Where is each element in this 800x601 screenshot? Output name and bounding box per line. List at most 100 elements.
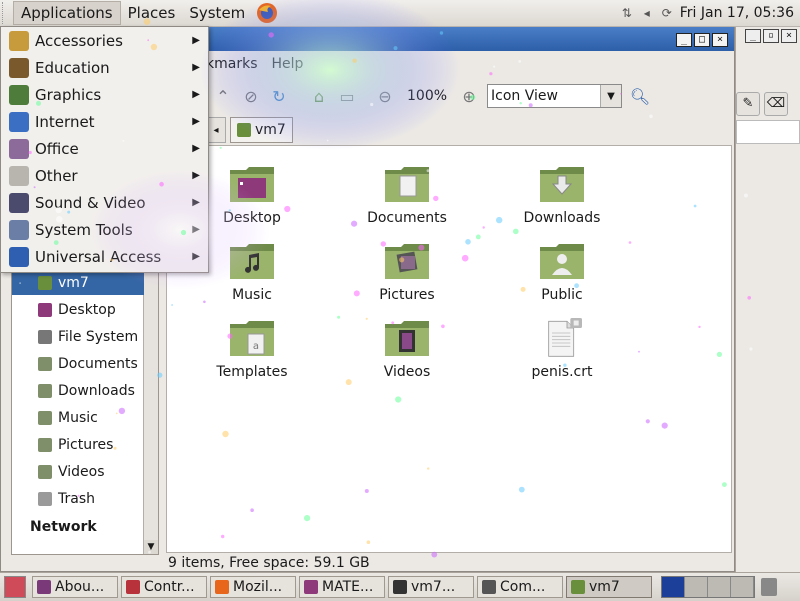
search-icon[interactable]: 🔍︎ xyxy=(630,86,650,106)
sidebar-item-downloads[interactable]: Downloads xyxy=(12,379,144,403)
firefox-icon[interactable] xyxy=(256,2,278,24)
taskbar-button-com[interactable]: Com... xyxy=(477,576,563,598)
workspace-4[interactable] xyxy=(731,577,754,597)
app-menu-item-label: Universal Access xyxy=(35,247,162,266)
file-item-label: Music xyxy=(232,287,272,303)
sidebar-item-videos[interactable]: Videos xyxy=(12,460,144,484)
volume-icon[interactable]: ◂ xyxy=(640,6,654,20)
window-icon xyxy=(393,580,407,594)
app-menu-item-office[interactable]: Office ▶ xyxy=(1,135,208,162)
sidebar-item-desktop[interactable]: Desktop xyxy=(12,298,144,322)
file-view[interactable]: Desktop Documents Downloads Music Pictures Pu… xyxy=(166,145,732,553)
workspace-2[interactable] xyxy=(685,577,708,597)
close-button[interactable]: × xyxy=(712,33,728,47)
close-button[interactable]: × xyxy=(781,29,797,43)
reload-icon[interactable]: ↻ xyxy=(269,86,289,106)
app-menu-item-internet[interactable]: Internet ▶ xyxy=(1,108,208,135)
taskbar-button-contr[interactable]: Contr... xyxy=(121,576,207,598)
taskbar-button-mozil[interactable]: Mozil... xyxy=(210,576,296,598)
clock[interactable]: Fri Jan 17, 05:36 xyxy=(680,5,794,21)
file-item-desktop[interactable]: Desktop xyxy=(192,164,312,226)
edit-icon[interactable]: ✎ xyxy=(736,92,760,116)
up-icon[interactable]: ⌃ xyxy=(213,86,233,106)
file-item-label: Documents xyxy=(367,210,447,226)
folder-icon xyxy=(38,330,52,344)
places-menu[interactable]: Places xyxy=(121,2,183,24)
trash-applet-icon[interactable] xyxy=(761,578,777,596)
bookmarks-menu[interactable]: kmarks xyxy=(206,56,257,72)
sidebar-item-label: Videos xyxy=(58,464,105,480)
background-input[interactable] xyxy=(736,120,800,144)
computer-icon[interactable]: ▭ xyxy=(337,86,357,106)
app-menu-item-other[interactable]: Other ▶ xyxy=(1,162,208,189)
taskbar-button-label: Abou... xyxy=(55,579,105,595)
breadcrumb-vm7[interactable]: vm7 xyxy=(230,117,293,143)
workspace-3[interactable] xyxy=(708,577,731,597)
desktop-folder-icon xyxy=(230,167,274,202)
file-item-penis-crt[interactable]: penis.crt xyxy=(502,318,622,380)
window-icon xyxy=(571,580,585,594)
app-menu-item-accessories[interactable]: Accessories ▶ xyxy=(1,27,208,54)
chevron-right-icon: ▶ xyxy=(192,197,200,208)
file-item-public[interactable]: Public xyxy=(502,241,622,303)
background-window[interactable]: _ ▫ × ✎ ⌫ xyxy=(735,26,800,572)
panel-handle[interactable] xyxy=(2,2,13,24)
taskbar-button-label: vm7 xyxy=(589,579,620,595)
sidebar-item-trash[interactable]: Trash xyxy=(12,487,144,511)
file-item-downloads[interactable]: Downloads xyxy=(502,164,622,226)
system-menu[interactable]: System xyxy=(182,2,252,24)
minimize-button[interactable]: _ xyxy=(676,33,692,47)
chevron-right-icon: ▶ xyxy=(192,170,200,181)
taskbar-button-vm7[interactable]: vm7... xyxy=(388,576,474,598)
maximize-button[interactable]: □ xyxy=(694,33,710,47)
workspace-switcher[interactable] xyxy=(661,576,755,598)
certificate-file-icon xyxy=(548,318,582,357)
network-icon[interactable]: ⇅ xyxy=(620,6,634,20)
breadcrumb-back-button[interactable]: ◂ xyxy=(206,117,226,143)
file-item-templates[interactable]: a Templates xyxy=(192,318,312,380)
home-icon[interactable]: ⌂ xyxy=(309,86,329,106)
file-item-pictures[interactable]: Pictures xyxy=(347,241,467,303)
file-item-documents[interactable]: Documents xyxy=(347,164,467,226)
restore-button[interactable]: ▫ xyxy=(763,29,779,43)
app-menu-item-label: Sound & Video xyxy=(35,193,146,212)
zoom-out-icon[interactable]: ⊖ xyxy=(375,86,395,106)
music-folder-icon xyxy=(230,244,274,279)
scroll-down-icon[interactable]: ▼ xyxy=(144,540,158,554)
chevron-right-icon: ▶ xyxy=(192,143,200,154)
sidebar-item-file-system[interactable]: File System xyxy=(12,325,144,349)
window-icon xyxy=(482,580,496,594)
taskbar-button-mate[interactable]: MATE... xyxy=(299,576,385,598)
app-menu-item-sound-video[interactable]: Sound & Video ▶ xyxy=(1,189,208,216)
file-item-label: Downloads xyxy=(523,210,601,226)
help-menu[interactable]: Help xyxy=(271,56,303,72)
taskbar-button-abou[interactable]: Abou... xyxy=(32,576,118,598)
update-icon[interactable]: ⟳ xyxy=(660,6,674,20)
folder-icon xyxy=(38,438,52,452)
taskbar-button-vm7[interactable]: vm7 xyxy=(566,576,652,598)
file-item-music[interactable]: Music xyxy=(192,241,312,303)
zoom-in-icon[interactable]: ⊕ xyxy=(459,86,479,106)
sidebar-item-pictures[interactable]: Pictures xyxy=(12,433,144,457)
app-menu-item-graphics[interactable]: Graphics ▶ xyxy=(1,81,208,108)
show-desktop-button[interactable] xyxy=(4,576,26,598)
sidebar-item-music[interactable]: Music xyxy=(12,406,144,430)
file-item-videos[interactable]: Videos xyxy=(347,318,467,380)
app-menu-item-universal-access[interactable]: Universal Access ▶ xyxy=(1,243,208,270)
workspace-1[interactable] xyxy=(662,577,685,597)
sidebar-item-label: Pictures xyxy=(58,437,114,453)
sidebar-item-documents[interactable]: Documents xyxy=(12,352,144,376)
app-menu-item-system-tools[interactable]: System Tools ▶ xyxy=(1,216,208,243)
top-panel: Applications Places System ⇅ ◂ ⟳ Fri Jan… xyxy=(0,0,800,27)
minimize-button[interactable]: _ xyxy=(745,29,761,43)
system-tools-icon xyxy=(9,219,29,240)
app-menu-item-education[interactable]: Education ▶ xyxy=(1,54,208,81)
sidebar-item-vm7[interactable]: vm7 xyxy=(12,271,144,295)
stop-icon[interactable]: ⊘ xyxy=(241,86,261,106)
chevron-down-icon[interactable]: ▼ xyxy=(600,85,622,107)
applications-menu[interactable]: Applications xyxy=(13,1,121,25)
clear-icon[interactable]: ⌫ xyxy=(764,92,788,116)
view-mode-select[interactable]: Icon View ▼ xyxy=(487,84,623,108)
sidebar-item-browse-network[interactable]: Browse N... xyxy=(12,552,144,554)
education-icon xyxy=(9,57,29,78)
